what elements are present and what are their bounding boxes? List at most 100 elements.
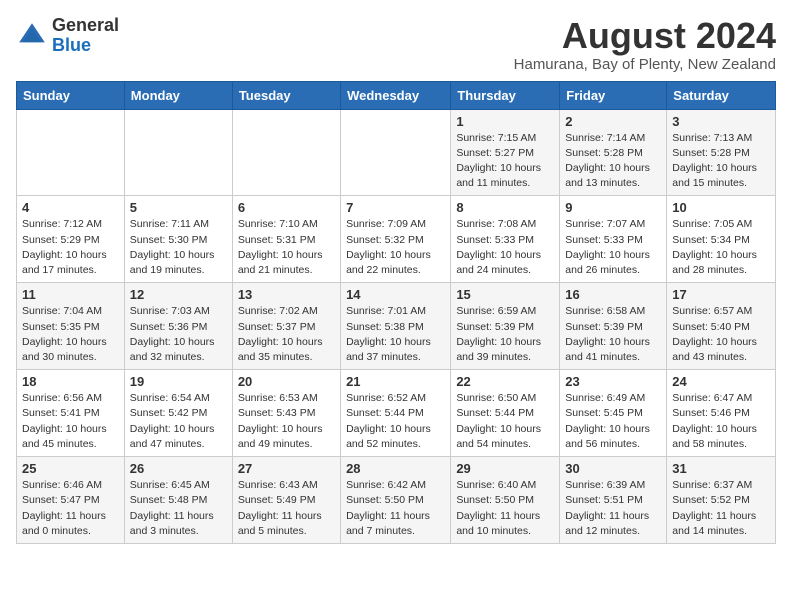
day-info: Sunrise: 7:12 AMSunset: 5:29 PMDaylight:… — [22, 217, 119, 278]
calendar-cell: 1Sunrise: 7:15 AMSunset: 5:27 PMDaylight… — [451, 109, 560, 196]
day-number: 28 — [346, 461, 445, 476]
info-line: Sunset: 5:38 PM — [346, 321, 424, 333]
day-number: 1 — [456, 114, 554, 129]
info-line: Sunset: 5:30 PM — [130, 234, 208, 246]
info-line: Sunset: 5:35 PM — [22, 321, 100, 333]
calendar-cell: 16Sunrise: 6:58 AMSunset: 5:39 PMDayligh… — [560, 283, 667, 370]
calendar-cell: 10Sunrise: 7:05 AMSunset: 5:34 PMDayligh… — [667, 196, 776, 283]
info-line: Sunset: 5:49 PM — [238, 494, 316, 506]
info-line: and 37 minutes. — [346, 351, 421, 363]
info-line: Daylight: 10 hours — [346, 423, 431, 435]
day-info: Sunrise: 6:43 AMSunset: 5:49 PMDaylight:… — [238, 478, 335, 539]
info-line: and 24 minutes. — [456, 264, 531, 276]
info-line: Sunset: 5:27 PM — [456, 147, 534, 159]
calendar-cell: 7Sunrise: 7:09 AMSunset: 5:32 PMDaylight… — [341, 196, 451, 283]
calendar-cell: 12Sunrise: 7:03 AMSunset: 5:36 PMDayligh… — [124, 283, 232, 370]
info-line: Sunset: 5:43 PM — [238, 407, 316, 419]
calendar-table: SundayMondayTuesdayWednesdayThursdayFrid… — [16, 81, 776, 544]
info-line: Sunrise: 6:50 AM — [456, 392, 536, 404]
day-info: Sunrise: 6:49 AMSunset: 5:45 PMDaylight:… — [565, 391, 661, 452]
day-number: 26 — [130, 461, 227, 476]
info-line: Daylight: 10 hours — [22, 336, 107, 348]
day-info: Sunrise: 6:59 AMSunset: 5:39 PMDaylight:… — [456, 304, 554, 365]
info-line: Daylight: 11 hours — [672, 510, 756, 522]
info-line: Daylight: 10 hours — [346, 336, 431, 348]
info-line: and 26 minutes. — [565, 264, 640, 276]
day-info: Sunrise: 6:39 AMSunset: 5:51 PMDaylight:… — [565, 478, 661, 539]
info-line: Daylight: 10 hours — [565, 162, 650, 174]
week-row-4: 25Sunrise: 6:46 AMSunset: 5:47 PMDayligh… — [17, 457, 776, 544]
day-number: 19 — [130, 374, 227, 389]
calendar-cell: 25Sunrise: 6:46 AMSunset: 5:47 PMDayligh… — [17, 457, 125, 544]
info-line: and 11 minutes. — [456, 177, 530, 189]
logo-icon — [16, 20, 48, 52]
title-block: August 2024 Hamurana, Bay of Plenty, New… — [514, 16, 776, 73]
info-line: Daylight: 10 hours — [456, 162, 541, 174]
day-info: Sunrise: 7:01 AMSunset: 5:38 PMDaylight:… — [346, 304, 445, 365]
info-line: and 17 minutes. — [22, 264, 97, 276]
info-line: and 43 minutes. — [672, 351, 747, 363]
day-info: Sunrise: 7:04 AMSunset: 5:35 PMDaylight:… — [22, 304, 119, 365]
calendar-cell — [341, 109, 451, 196]
info-line: and 30 minutes. — [22, 351, 97, 363]
calendar-cell: 24Sunrise: 6:47 AMSunset: 5:46 PMDayligh… — [667, 370, 776, 457]
calendar-cell — [124, 109, 232, 196]
info-line: and 13 minutes. — [565, 177, 640, 189]
day-number: 22 — [456, 374, 554, 389]
info-line: Sunset: 5:34 PM — [672, 234, 750, 246]
calendar-cell: 4 Sunrise: 7:12 AMSunset: 5:29 PMDaylight… — [17, 196, 125, 283]
calendar-cell: 19Sunrise: 6:54 AMSunset: 5:42 PMDayligh… — [124, 370, 232, 457]
info-line: Daylight: 10 hours — [565, 249, 650, 261]
info-line: Sunrise: 6:46 AM — [22, 479, 102, 491]
week-row-0: 1Sunrise: 7:15 AMSunset: 5:27 PMDaylight… — [17, 109, 776, 196]
info-line: and 7 minutes. — [346, 525, 415, 537]
page-header: General Blue August 2024 Hamurana, Bay o… — [16, 16, 776, 73]
day-info: Sunrise: 6:40 AMSunset: 5:50 PMDaylight:… — [456, 478, 554, 539]
day-info: Sunrise: 7:13 AMSunset: 5:28 PMDaylight:… — [672, 131, 770, 192]
day-info: Sunrise: 6:50 AMSunset: 5:44 PMDaylight:… — [456, 391, 554, 452]
info-line: and 28 minutes. — [672, 264, 747, 276]
day-info: Sunrise: 6:47 AMSunset: 5:46 PMDaylight:… — [672, 391, 770, 452]
day-number: 9 — [565, 200, 661, 215]
day-number: 5 — [130, 200, 227, 215]
info-line: and 47 minutes. — [130, 438, 205, 450]
info-line: Sunrise: 7:07 AM — [565, 218, 645, 230]
logo: General Blue — [16, 16, 119, 56]
info-line: Sunrise: 6:52 AM — [346, 392, 426, 404]
header-cell-saturday: Saturday — [667, 81, 776, 109]
day-info: Sunrise: 7:05 AMSunset: 5:34 PMDaylight:… — [672, 217, 770, 278]
info-line: Daylight: 11 hours — [565, 510, 649, 522]
info-line: Daylight: 11 hours — [456, 510, 540, 522]
info-line: and 5 minutes. — [238, 525, 307, 537]
info-line: Sunrise: 7:03 AM — [130, 305, 210, 317]
header-cell-wednesday: Wednesday — [341, 81, 451, 109]
day-number: 17 — [672, 287, 770, 302]
day-info: Sunrise: 6:42 AMSunset: 5:50 PMDaylight:… — [346, 478, 445, 539]
day-info: Sunrise: 7:09 AMSunset: 5:32 PMDaylight:… — [346, 217, 445, 278]
info-line: and 22 minutes. — [346, 264, 421, 276]
info-line: Sunrise: 6:54 AM — [130, 392, 210, 404]
info-line: and 49 minutes. — [238, 438, 313, 450]
day-number: 4 — [22, 200, 119, 215]
info-line: Sunset: 5:48 PM — [130, 494, 208, 506]
info-line: and 45 minutes. — [22, 438, 97, 450]
calendar-cell — [232, 109, 340, 196]
day-info: Sunrise: 6:57 AMSunset: 5:40 PMDaylight:… — [672, 304, 770, 365]
info-line: Sunrise: 7:05 AM — [672, 218, 752, 230]
info-line: Sunrise: 6:49 AM — [565, 392, 645, 404]
info-line: Daylight: 10 hours — [456, 336, 541, 348]
info-line: Sunrise: 7:10 AM — [238, 218, 318, 230]
info-line: Sunset: 5:44 PM — [456, 407, 534, 419]
calendar-cell: 27Sunrise: 6:43 AMSunset: 5:49 PMDayligh… — [232, 457, 340, 544]
info-line: Sunset: 5:39 PM — [565, 321, 643, 333]
day-info: Sunrise: 6:46 AMSunset: 5:47 PMDaylight:… — [22, 478, 119, 539]
day-info: Sunrise: 7:02 AMSunset: 5:37 PMDaylight:… — [238, 304, 335, 365]
calendar-cell: 26Sunrise: 6:45 AMSunset: 5:48 PMDayligh… — [124, 457, 232, 544]
day-number: 10 — [672, 200, 770, 215]
info-line: Daylight: 10 hours — [130, 336, 215, 348]
info-line: Sunrise: 6:56 AM — [22, 392, 102, 404]
info-line: Sunset: 5:41 PM — [22, 407, 100, 419]
info-line: Sunrise: 6:57 AM — [672, 305, 752, 317]
day-number: 23 — [565, 374, 661, 389]
header-row: SundayMondayTuesdayWednesdayThursdayFrid… — [17, 81, 776, 109]
